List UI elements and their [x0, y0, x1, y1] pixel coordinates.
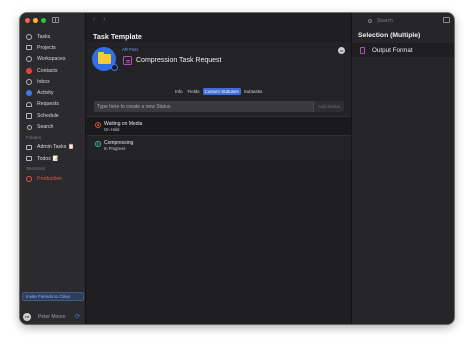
- back-forward-icon[interactable]: ‹ ›: [93, 16, 109, 23]
- search-icon: [368, 19, 372, 23]
- status-item-compressing[interactable]: Compressing In Progress: [87, 135, 351, 154]
- status-list: Waiting on Media On Hold Compressing In …: [87, 116, 351, 154]
- user-name: Peter Moore: [38, 313, 66, 320]
- search-field[interactable]: [368, 17, 443, 25]
- in-progress-icon: [95, 141, 101, 147]
- tab-fields[interactable]: Fields: [186, 88, 202, 95]
- sidebar: Tasks Projects Workspaces Contacts Inbox…: [20, 13, 86, 324]
- minimize-window-button[interactable]: [33, 18, 38, 23]
- invite-label: Invite Friends to Cilius: [26, 294, 71, 299]
- sidebar-item-search[interactable]: Search: [26, 121, 84, 132]
- sidebar-item-label: Search: [37, 124, 54, 131]
- sidebar-item-label: Inbox: [37, 78, 50, 85]
- more-options-button[interactable]: •••: [338, 47, 345, 54]
- project-folder-icon: [92, 47, 118, 71]
- selection-title: Selection (Multiple): [358, 32, 421, 39]
- requests-icon: [26, 101, 32, 107]
- badge-icon: [111, 64, 118, 71]
- circle-icon: [26, 56, 32, 63]
- sidebar-item-tasks[interactable]: Tasks: [26, 31, 84, 42]
- tab-custom-statuses[interactable]: Custom Statuses: [202, 88, 241, 95]
- sidebar-nav: Tasks Projects Workspaces Contacts Inbox…: [26, 31, 84, 185]
- sidebar-item-label: Admin Tasks: [37, 144, 67, 151]
- sidebar-item-projects[interactable]: Projects: [26, 42, 84, 53]
- task-list-icon: [123, 56, 132, 65]
- sidebar-item-requests[interactable]: Requests: [26, 99, 84, 110]
- status-item-waiting-on-media[interactable]: Waiting on Media On Hold: [87, 116, 351, 135]
- task-title[interactable]: Compression Task Request: [136, 57, 221, 64]
- sidebar-folder-admin-tasks[interactable]: Admin Tasks 📋: [26, 142, 84, 153]
- sync-icon[interactable]: ⟳: [75, 313, 80, 320]
- folders-header: Folders: [26, 134, 42, 140]
- circle-icon: [26, 33, 32, 40]
- sidebar-toggle-icon[interactable]: [52, 17, 59, 23]
- memo-emoji: 📝: [52, 155, 60, 162]
- sidebar-item-label: Todos: [37, 155, 51, 162]
- activity-icon: [26, 90, 32, 97]
- sidebar-item-label: Contacts: [37, 67, 58, 74]
- sidebar-item-contacts[interactable]: Contacts: [26, 65, 84, 76]
- folder-icon: [26, 45, 32, 51]
- on-hold-icon: [95, 122, 101, 128]
- tab-info[interactable]: Info: [173, 88, 185, 95]
- clipboard-emoji: 📋: [68, 144, 75, 151]
- avatar: PM: [23, 312, 31, 321]
- inspector-toggle-icon[interactable]: [443, 17, 450, 23]
- sidebar-folder-todos[interactable]: Todos 📝: [26, 153, 84, 164]
- main-panel: ‹ › Task Template AR Post Compression Ta…: [87, 13, 351, 324]
- inbox-icon: [26, 78, 32, 85]
- sidebar-item-schedule[interactable]: Schedule: [26, 110, 84, 121]
- sidebar-shortcut-production[interactable]: Production: [26, 173, 84, 184]
- folder-icon: [26, 156, 32, 162]
- sidebar-item-activity[interactable]: Activity: [26, 87, 84, 98]
- field-icon: [360, 46, 365, 54]
- sidebar-item-label: Tasks: [37, 33, 51, 40]
- inspector-panel: Selection (Multiple) Output Format: [351, 13, 454, 324]
- add-status-button[interactable]: Add Status: [313, 101, 344, 112]
- sidebar-item-label: Projects: [37, 44, 56, 51]
- sidebar-item-workspaces[interactable]: Workspaces: [26, 54, 84, 65]
- app-window: Tasks Projects Workspaces Contacts Inbox…: [20, 13, 454, 324]
- status-name: Waiting on Media: [104, 120, 143, 127]
- selection-item-output-format[interactable]: Output Format: [352, 43, 454, 57]
- tab-subtasks[interactable]: Subtasks: [242, 88, 265, 95]
- shortcuts-header: Shortcuts: [26, 166, 46, 172]
- folder-icon: [26, 144, 32, 150]
- search-input[interactable]: [377, 18, 437, 24]
- production-icon: [26, 175, 32, 182]
- folder-icon: [97, 52, 111, 64]
- template-tabs: Info Fields Custom Statuses Subtasks: [173, 88, 264, 95]
- invite-friends-button[interactable]: Invite Friends to Cilius: [22, 292, 84, 301]
- parent-project-link[interactable]: AR Post: [122, 47, 138, 52]
- sidebar-item-label: Workspaces: [37, 56, 66, 63]
- search-icon: [26, 124, 32, 130]
- close-window-button[interactable]: [25, 18, 30, 23]
- sidebar-item-label: Production: [37, 175, 62, 182]
- task-template-card: AR Post Compression Task Request ••• Inf…: [87, 42, 351, 160]
- calendar-icon: [26, 112, 32, 119]
- zoom-window-button[interactable]: [41, 18, 46, 23]
- status-state: On Hold: [104, 127, 120, 132]
- sidebar-item-label: Activity: [37, 90, 54, 97]
- sidebar-item-label: Requests: [37, 101, 59, 108]
- status-name: Compressing: [104, 139, 134, 146]
- sidebar-item-label: Schedule: [37, 112, 59, 119]
- new-status-input[interactable]: [94, 101, 313, 112]
- user-profile[interactable]: PM Peter Moore ⟳: [23, 312, 83, 321]
- new-status-row: Add Status: [94, 101, 344, 112]
- main-toolbar: ‹ ›: [87, 13, 351, 29]
- window-controls: [25, 18, 46, 23]
- status-state: In Progress: [104, 146, 126, 151]
- page-title: Task Template: [93, 32, 142, 41]
- sidebar-item-inbox[interactable]: Inbox: [26, 76, 84, 87]
- selection-item-label: Output Format: [372, 46, 413, 54]
- contacts-icon: [26, 67, 32, 74]
